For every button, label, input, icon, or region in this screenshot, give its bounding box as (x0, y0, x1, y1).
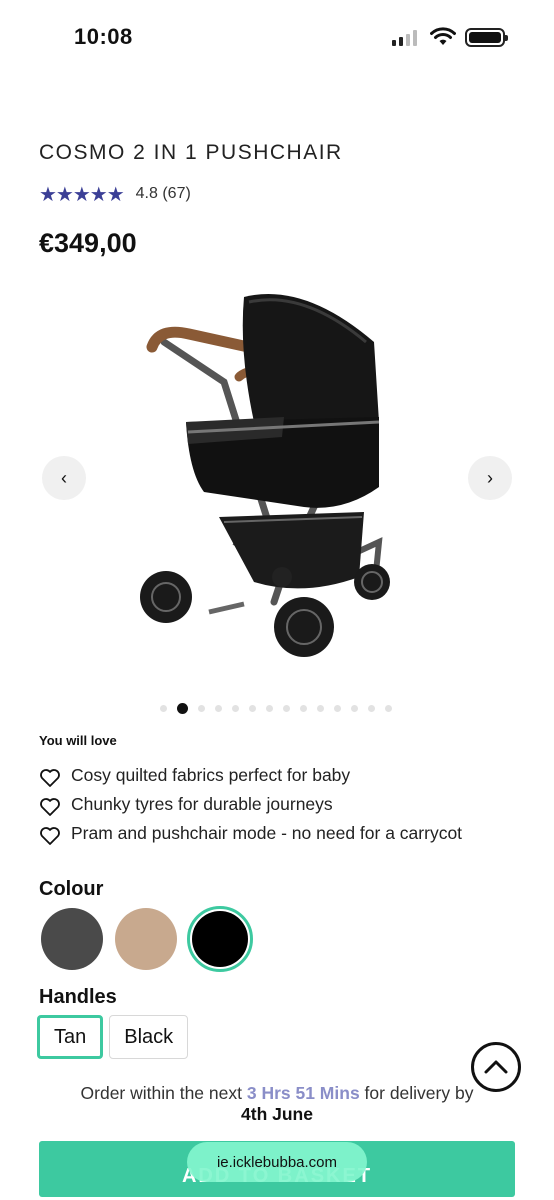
handle-option-tan[interactable]: Tan (37, 1015, 104, 1059)
gallery-dot[interactable] (215, 705, 222, 712)
delivery-countdown: 3 Hrs 51 Mins (246, 1083, 360, 1103)
heart-icon (40, 769, 60, 787)
colour-swatch[interactable] (113, 906, 179, 972)
wifi-icon (430, 27, 456, 45)
handles-label: Handles (39, 986, 117, 1008)
gallery-dot[interactable] (317, 705, 324, 712)
gallery-dot[interactable] (351, 705, 358, 712)
gallery-dot[interactable] (283, 705, 290, 712)
features-list: Cosy quilted fabrics perfect for baby Ch… (39, 766, 499, 853)
delivery-prefix: Order within the next (80, 1083, 247, 1103)
product-rating[interactable]: ★★★★★ 4.8 (67) (39, 182, 191, 206)
heart-icon (40, 827, 60, 845)
handles-options: Tan Black (37, 1015, 189, 1059)
chevron-right-icon: › (487, 467, 493, 488)
gallery-prev-button[interactable]: ‹ (42, 456, 86, 500)
gallery-pagination[interactable] (0, 703, 554, 714)
colour-swatch[interactable] (187, 906, 253, 972)
product-price: €349,00 (39, 228, 137, 258)
handle-option-black[interactable]: Black (109, 1015, 189, 1059)
heart-icon (40, 798, 60, 816)
rating-text: 4.8 (67) (135, 185, 191, 202)
rating-stars-icon: ★★★★★ (39, 182, 125, 206)
product-image-pushchair (104, 272, 484, 682)
product-title: COSMO 2 IN 1 PUSHCHAIR (39, 141, 343, 164)
swatch-color (192, 911, 248, 967)
gallery-dot[interactable] (300, 705, 307, 712)
swatch-color (41, 908, 103, 970)
gallery-dot[interactable] (249, 705, 256, 712)
colour-swatches (39, 906, 253, 972)
chevron-up-icon (484, 1060, 508, 1074)
delivery-date: 4th June (241, 1104, 313, 1124)
feature-text: Pram and pushchair mode - no need for a … (71, 823, 463, 843)
battery-icon (465, 28, 508, 47)
feature-text: Chunky tyres for durable journeys (71, 794, 333, 814)
colour-swatch[interactable] (39, 906, 105, 972)
gallery-dot[interactable] (232, 705, 239, 712)
gallery-dot[interactable] (198, 705, 205, 712)
browser-url-pill[interactable]: ie.icklebubba.com (187, 1142, 367, 1182)
colour-label: Colour (39, 878, 104, 900)
list-item: Pram and pushchair mode - no need for a … (39, 824, 499, 846)
status-bar: 10:08 (0, 0, 554, 76)
list-item: Cosy quilted fabrics perfect for baby (39, 766, 499, 788)
gallery-dot[interactable] (334, 705, 341, 712)
list-item: Chunky tyres for durable journeys (39, 795, 499, 817)
product-gallery[interactable]: ‹ › (0, 268, 554, 688)
cellular-signal-icon (392, 30, 417, 46)
chevron-left-icon: ‹ (61, 467, 67, 488)
features-heading: You will love (39, 733, 117, 748)
gallery-dot[interactable] (266, 705, 273, 712)
gallery-dot[interactable] (160, 705, 167, 712)
gallery-next-button[interactable]: › (468, 456, 512, 500)
gallery-dot[interactable] (177, 703, 188, 714)
status-time: 10:08 (74, 24, 133, 49)
delivery-suffix: for delivery by (359, 1083, 474, 1103)
swatch-color (115, 908, 177, 970)
gallery-dot[interactable] (385, 705, 392, 712)
delivery-message: Order within the next 3 Hrs 51 Mins for … (0, 1083, 554, 1125)
gallery-dot[interactable] (368, 705, 375, 712)
feature-text: Cosy quilted fabrics perfect for baby (71, 765, 351, 785)
